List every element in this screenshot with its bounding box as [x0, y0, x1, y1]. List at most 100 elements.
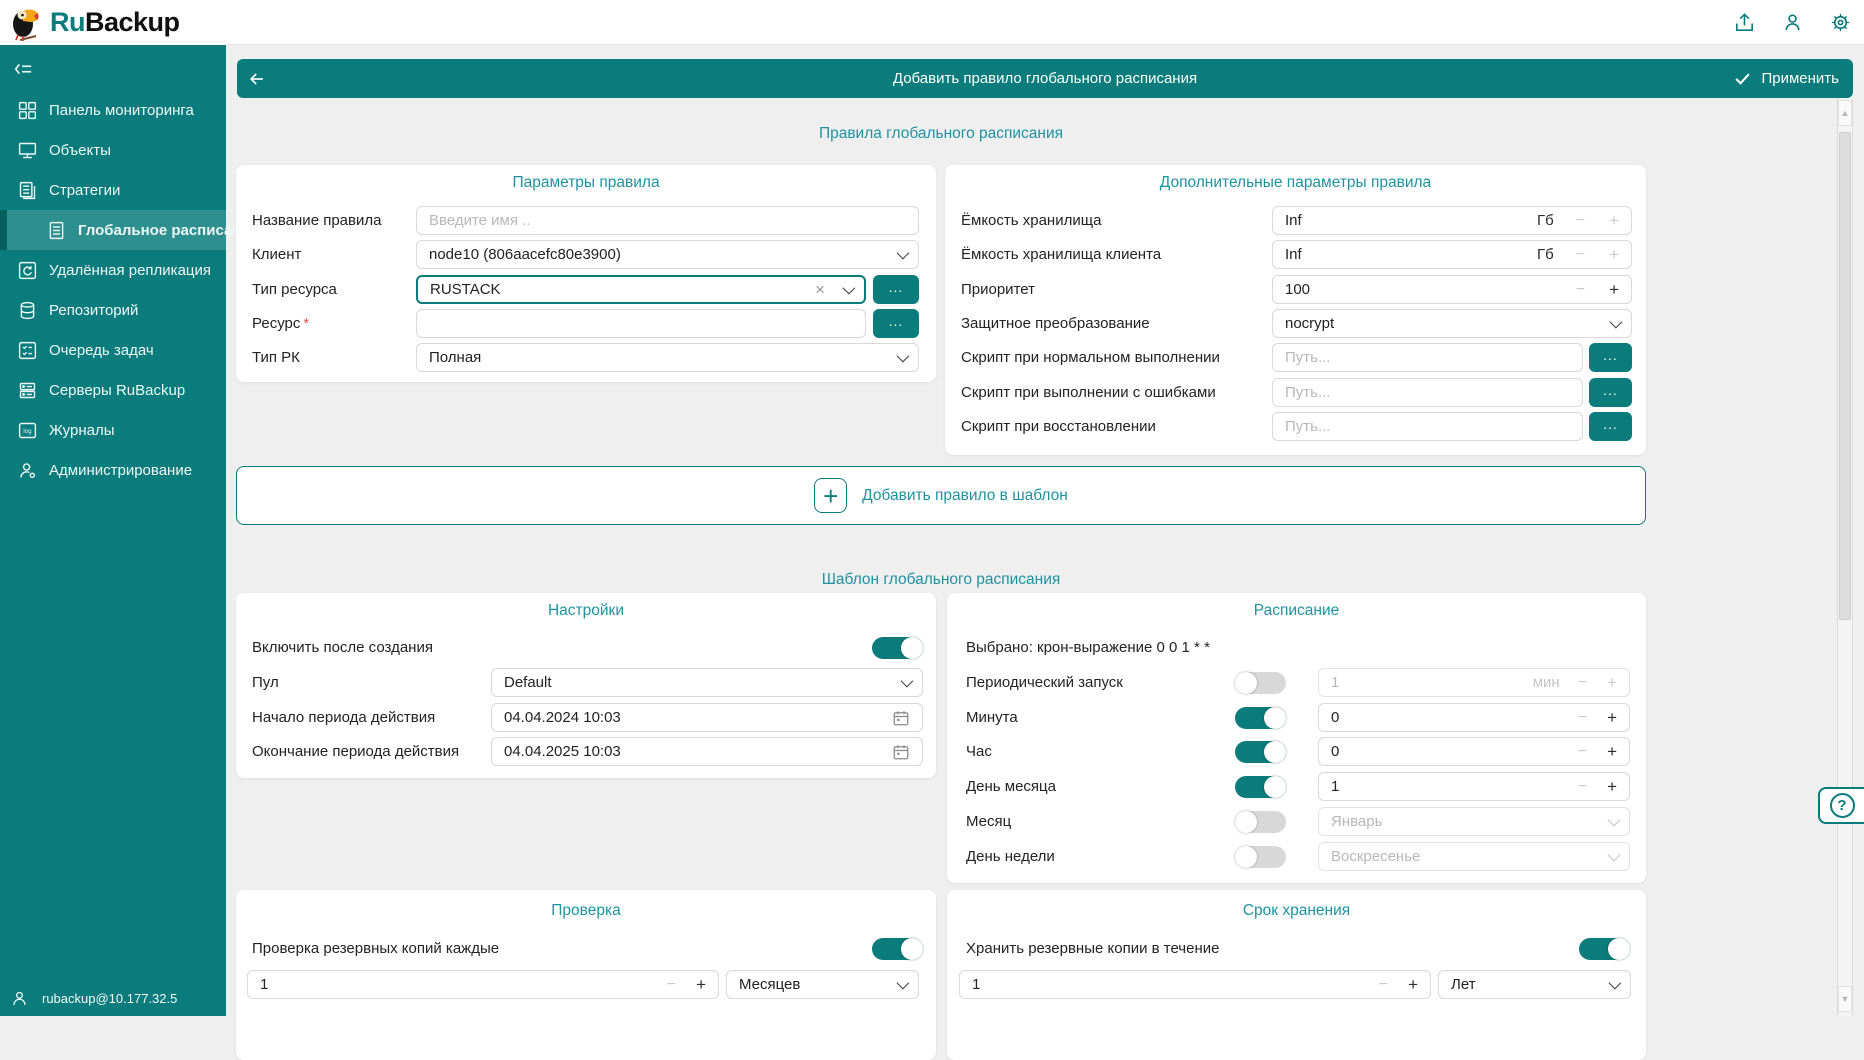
- day-of-month-toggle[interactable]: [1235, 776, 1286, 798]
- scroll-up-icon[interactable]: ▲: [1838, 100, 1852, 126]
- day-of-week-toggle[interactable]: [1235, 846, 1286, 868]
- verification-count-input[interactable]: 1 − +: [247, 970, 719, 999]
- sidebar-user[interactable]: rubackup@10.177.32.5: [10, 989, 177, 1008]
- apply-button[interactable]: Применить: [1719, 59, 1853, 98]
- minus-stepper[interactable]: −: [1578, 743, 1587, 761]
- hour-toggle[interactable]: [1235, 741, 1286, 763]
- plus-stepper[interactable]: +: [1607, 777, 1617, 797]
- capacity-input[interactable]: Inf Гб − +: [1272, 206, 1632, 235]
- month-label: Месяц: [966, 813, 1235, 830]
- apply-button-label: Применить: [1761, 70, 1839, 87]
- sidebar-menu: Панель мониторинга Объекты Стратегии Гло…: [0, 90, 226, 490]
- page-title: Добавить правило глобального расписания: [237, 70, 1853, 87]
- minus-stepper[interactable]: −: [1576, 212, 1585, 230]
- plus-stepper[interactable]: +: [1607, 742, 1617, 762]
- verification-unit-select[interactable]: Месяцев: [726, 970, 919, 999]
- minus-stepper[interactable]: −: [1576, 281, 1585, 299]
- calendar-icon[interactable]: [892, 709, 910, 727]
- periodic-run-toggle[interactable]: [1235, 672, 1286, 694]
- servers-icon: [17, 380, 38, 401]
- crypt-select[interactable]: nocrypt: [1272, 309, 1632, 338]
- rule-name-label: Название правила: [252, 212, 416, 229]
- chevron-down-icon: [897, 977, 910, 990]
- rk-type-select[interactable]: Полная: [416, 343, 919, 372]
- minus-stepper[interactable]: −: [1578, 778, 1587, 796]
- minute-input[interactable]: 0 − +: [1318, 703, 1630, 732]
- script-restore-browse-button[interactable]: ...: [1589, 412, 1632, 441]
- sidebar-item-servers[interactable]: Серверы RuBackup: [0, 370, 226, 410]
- day-of-week-select: Воскресенье: [1318, 842, 1630, 871]
- sidebar-item-global-schedule[interactable]: Глобальное расписание: [0, 210, 226, 250]
- crypt-label: Защитное преобразование: [961, 315, 1272, 332]
- page-header-bar: Добавить правило глобального расписания …: [237, 59, 1853, 98]
- export-icon[interactable]: [1733, 11, 1756, 34]
- plus-stepper[interactable]: +: [1609, 245, 1619, 265]
- chevron-down-icon: [1610, 316, 1623, 329]
- sidebar-item-task-queue[interactable]: Очередь задач: [0, 330, 226, 370]
- settings-gear-icon[interactable]: [1829, 11, 1852, 34]
- plus-stepper[interactable]: +: [696, 975, 706, 995]
- enable-after-create-toggle[interactable]: [872, 637, 923, 659]
- back-button[interactable]: [237, 59, 277, 98]
- plus-stepper[interactable]: +: [1609, 211, 1619, 231]
- minus-stepper[interactable]: −: [1576, 246, 1585, 264]
- script-restore-input[interactable]: Путь...: [1272, 412, 1583, 441]
- resource-type-combobox[interactable]: RUSTACK ×: [416, 275, 866, 304]
- scroll-down-icon[interactable]: ▼: [1838, 986, 1852, 1012]
- chevron-down-icon: [1609, 977, 1622, 990]
- sidebar-item-dashboard[interactable]: Панель мониторинга: [0, 90, 226, 130]
- logo[interactable]: RuBackup: [0, 0, 226, 45]
- add-rule-to-template-button[interactable]: + Добавить правило в шаблон: [236, 466, 1646, 525]
- priority-input[interactable]: 100 − +: [1272, 275, 1632, 304]
- day-of-month-input[interactable]: 1 − +: [1318, 772, 1630, 801]
- minus-stepper[interactable]: −: [667, 976, 676, 994]
- retention-unit-select[interactable]: Лет: [1438, 970, 1631, 999]
- period-end-input[interactable]: 04.04.2025 10:03: [491, 737, 923, 766]
- scrollbar-thumb[interactable]: [1839, 132, 1851, 620]
- verification-toggle[interactable]: [872, 938, 923, 960]
- sidebar-item-journals[interactable]: log Журналы: [0, 410, 226, 450]
- retention-toggle[interactable]: [1579, 938, 1630, 960]
- resource-type-browse-button[interactable]: ...: [873, 275, 919, 304]
- plus-stepper[interactable]: +: [1609, 280, 1619, 300]
- sidebar-item-administration[interactable]: Администрирование: [0, 450, 226, 490]
- settings-title: Настройки: [236, 602, 936, 620]
- calendar-icon[interactable]: [892, 743, 910, 761]
- resource-browse-button[interactable]: ...: [873, 309, 919, 338]
- template-section-heading: Шаблон глобального расписания: [236, 571, 1646, 589]
- sidebar-item-strategies[interactable]: Стратегии: [0, 170, 226, 210]
- vertical-scrollbar[interactable]: ▲ ▼: [1837, 98, 1853, 1016]
- month-toggle[interactable]: [1235, 811, 1286, 833]
- plus-stepper[interactable]: +: [1408, 975, 1418, 995]
- minus-stepper[interactable]: −: [1379, 976, 1388, 994]
- user-account-icon[interactable]: [1781, 11, 1804, 34]
- rubackup-toucan-icon: [6, 2, 48, 44]
- pool-select[interactable]: Default: [491, 668, 923, 697]
- script-ok-input[interactable]: Путь...: [1272, 343, 1583, 372]
- period-start-input[interactable]: 04.04.2024 10:03: [491, 703, 923, 732]
- script-ok-browse-button[interactable]: ...: [1589, 343, 1632, 372]
- client-capacity-input[interactable]: Inf Гб − +: [1272, 240, 1632, 269]
- minus-stepper[interactable]: −: [1578, 709, 1587, 727]
- plus-stepper[interactable]: +: [1607, 708, 1617, 728]
- rk-type-label: Тип РК: [252, 349, 416, 366]
- clear-x-icon[interactable]: ×: [815, 281, 825, 298]
- sidebar-item-objects[interactable]: Объекты: [0, 130, 226, 170]
- rule-name-input[interactable]: Введите имя ..: [416, 206, 919, 235]
- sidebar-item-remote-replication[interactable]: Удалённая репликация: [0, 250, 226, 290]
- script-err-input[interactable]: Путь...: [1272, 378, 1583, 407]
- resource-input[interactable]: [416, 309, 866, 338]
- sidebar-item-repository[interactable]: Репозиторий: [0, 290, 226, 330]
- sidebar-item-label: Репозиторий: [49, 302, 138, 319]
- sidebar-item-label: Очередь задач: [49, 342, 154, 359]
- hour-input[interactable]: 0 − +: [1318, 737, 1630, 766]
- retention-count-input[interactable]: 1 − +: [959, 970, 1431, 999]
- client-select[interactable]: node10 (806aacefc80e3900): [416, 240, 919, 269]
- svg-text:log: log: [23, 428, 31, 435]
- collapse-sidebar-icon[interactable]: [10, 58, 36, 80]
- sidebar-item-label: Глобальное расписание: [78, 222, 259, 239]
- minute-toggle[interactable]: [1235, 707, 1286, 729]
- script-err-browse-button[interactable]: ...: [1589, 378, 1632, 407]
- unit-label: Гб: [1537, 212, 1554, 229]
- help-button[interactable]: ?: [1818, 787, 1864, 824]
